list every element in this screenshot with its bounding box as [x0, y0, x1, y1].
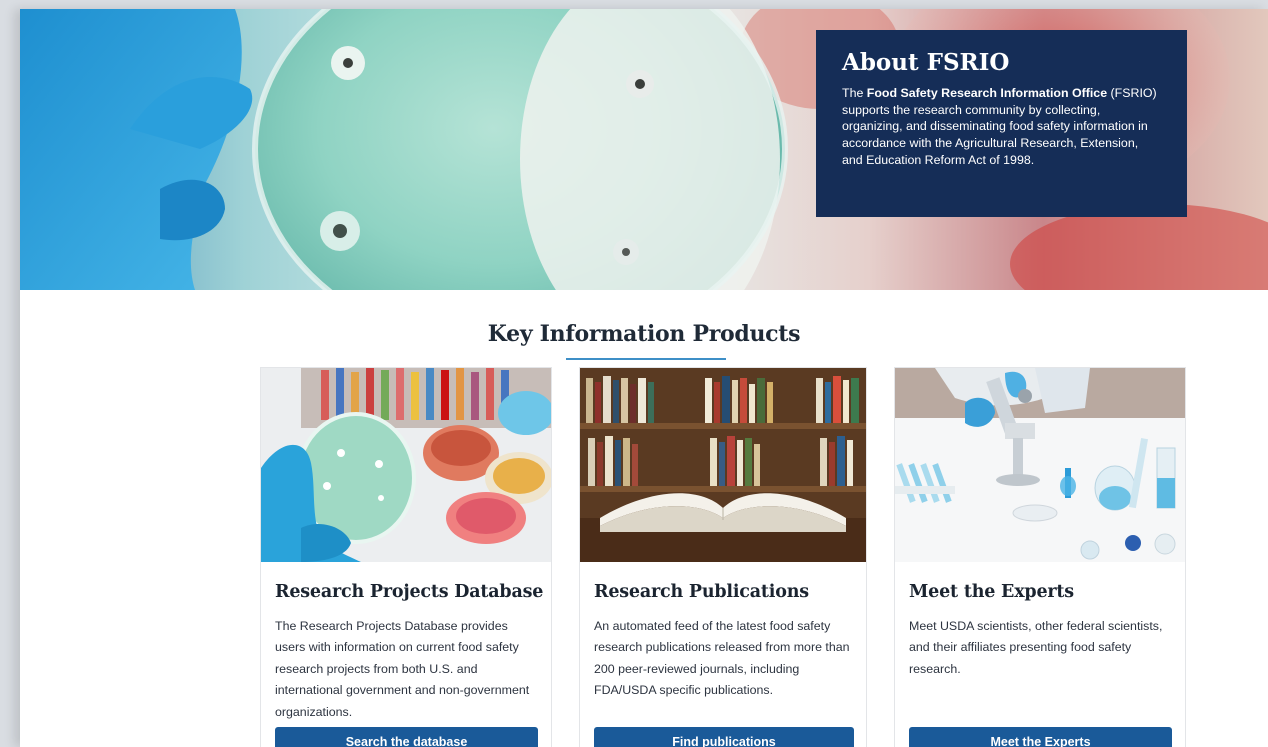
about-title: About FSRIO: [842, 49, 1010, 76]
card-meet-experts: Meet the Experts Meet USDA scientists, o…: [894, 367, 1186, 747]
card-description: An automated feed of the latest food saf…: [594, 619, 850, 698]
petri-dish-photo-icon: [261, 368, 551, 562]
card-description: Meet USDA scientists, other federal scie…: [909, 619, 1163, 676]
section-title: Key Information Products: [487, 321, 801, 347]
card-research-publications: Research Publications An automated feed …: [579, 367, 867, 747]
card-title: Meet the Experts: [909, 582, 1074, 602]
open-book-library-photo-icon: [580, 368, 866, 562]
lab-microscope-photo-icon: [895, 368, 1185, 562]
about-text-prefix: The: [842, 86, 867, 101]
card-image-lab: [895, 368, 1185, 562]
page: About FSRIO The Food Safety Research Inf…: [20, 9, 1268, 747]
meet-the-experts-button[interactable]: Meet the Experts: [909, 727, 1172, 747]
card-title: Research Publications: [594, 582, 809, 602]
hero-banner: About FSRIO The Food Safety Research Inf…: [20, 9, 1268, 290]
about-text-bold: Food Safety Research Information Office: [866, 86, 1108, 101]
find-publications-button[interactable]: Find publications: [594, 727, 854, 747]
about-fsrio-panel: About FSRIO The Food Safety Research Inf…: [816, 30, 1187, 217]
card-image-library: [580, 368, 866, 562]
title-underline: [566, 358, 726, 360]
card-research-projects: Research Projects Database The Research …: [260, 367, 552, 747]
card-image-petri-dish: [261, 368, 551, 562]
card-description: The Research Projects Database provides …: [275, 619, 530, 719]
search-database-button[interactable]: Search the database: [275, 727, 538, 747]
about-description: The Food Safety Research Information Off…: [842, 85, 1161, 168]
card-title: Research Projects Database: [275, 582, 544, 602]
